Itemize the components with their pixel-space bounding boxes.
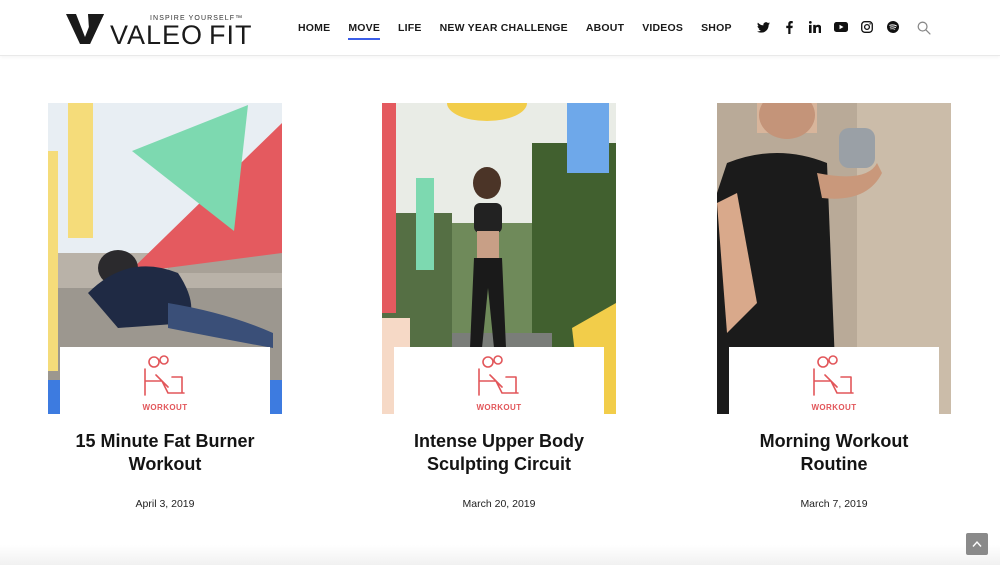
- footer-edge: [0, 545, 1000, 565]
- category-badge: WORKOUT: [729, 347, 939, 414]
- post-title-line[interactable]: Workout: [48, 453, 282, 476]
- brand-name-part1: VALEO: [110, 20, 204, 50]
- post-card[interactable]: WORKOUT 15 Minute Fat Burner Workout Apr…: [48, 103, 282, 510]
- post-title[interactable]: Morning Workout Routine: [717, 430, 951, 476]
- post-image[interactable]: WORKOUT: [717, 103, 951, 414]
- nav-shop[interactable]: SHOP: [701, 0, 732, 56]
- facebook-icon[interactable]: [782, 19, 796, 35]
- nav-home[interactable]: HOME: [298, 0, 330, 56]
- spotify-icon[interactable]: [886, 19, 900, 35]
- scroll-to-top-button[interactable]: [966, 533, 988, 555]
- site-header: INSPIRE YOURSELF™ VALEO FIT HOME MOVE LIF…: [0, 0, 1000, 56]
- twitter-icon[interactable]: [756, 19, 770, 35]
- brand-name: VALEO FIT: [110, 22, 253, 49]
- post-category[interactable]: WORKOUT: [476, 403, 521, 412]
- search-icon[interactable]: [917, 21, 931, 35]
- youtube-icon[interactable]: [834, 19, 848, 35]
- post-title-line[interactable]: Intense Upper Body: [382, 430, 616, 453]
- post-category[interactable]: WORKOUT: [142, 403, 187, 412]
- post-title[interactable]: Intense Upper Body Sculpting Circuit: [382, 430, 616, 476]
- post-image[interactable]: WORKOUT: [382, 103, 616, 414]
- linkedin-icon[interactable]: [808, 19, 822, 35]
- nav-life[interactable]: LIFE: [398, 0, 422, 56]
- chevron-up-icon: [972, 540, 982, 547]
- post-date: April 3, 2019: [135, 498, 195, 510]
- workout-icon: [144, 355, 185, 396]
- category-badge: WORKOUT: [60, 347, 270, 414]
- post-card[interactable]: WORKOUT Intense Upper Body Sculpting Cir…: [382, 103, 616, 510]
- post-title-line[interactable]: Sculpting Circuit: [382, 453, 616, 476]
- post-card[interactable]: WORKOUT Morning Workout Routine March 7,…: [717, 103, 951, 510]
- workout-icon: [478, 355, 519, 396]
- brand-name-part2: FIT: [209, 20, 253, 50]
- post-title-line[interactable]: 15 Minute Fat Burner: [48, 430, 282, 453]
- post-date: March 20, 2019: [462, 498, 536, 510]
- post-date: March 7, 2019: [800, 498, 868, 510]
- workout-icon: [813, 355, 854, 396]
- nav-videos[interactable]: VIDEOS: [642, 0, 683, 56]
- post-title-line[interactable]: Routine: [717, 453, 951, 476]
- post-image[interactable]: WORKOUT: [48, 103, 282, 414]
- nav-new-year-challenge[interactable]: NEW YEAR CHALLENGE: [440, 0, 568, 56]
- post-title-line[interactable]: Morning Workout: [717, 430, 951, 453]
- nav-about[interactable]: ABOUT: [586, 0, 624, 56]
- site-logo[interactable]: INSPIRE YOURSELF™ VALEO FIT: [66, 12, 256, 49]
- post-category[interactable]: WORKOUT: [811, 403, 856, 412]
- instagram-icon[interactable]: [860, 19, 874, 35]
- post-title[interactable]: 15 Minute Fat Burner Workout: [48, 430, 282, 476]
- valeo-v-icon: [66, 14, 104, 44]
- social-links: [756, 19, 912, 35]
- main-nav: HOME MOVE LIFE NEW YEAR CHALLENGE ABOUT …: [298, 0, 750, 56]
- category-badge: WORKOUT: [394, 347, 604, 414]
- nav-move[interactable]: MOVE: [348, 0, 380, 56]
